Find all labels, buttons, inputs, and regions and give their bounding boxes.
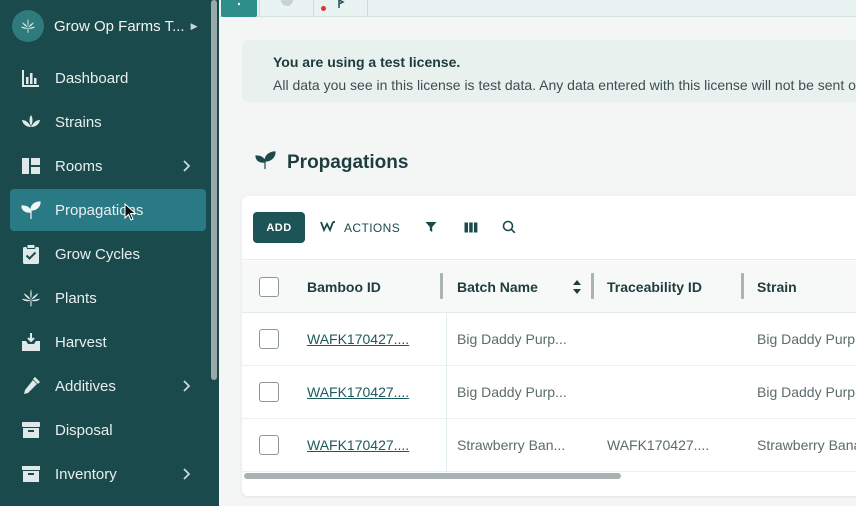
- sidebar-item-rooms[interactable]: Rooms: [10, 145, 206, 187]
- actions-label: ACTIONS: [344, 220, 401, 235]
- caret-right-icon: ▶: [190, 20, 198, 31]
- bar-chart-icon: [20, 67, 42, 89]
- filter-icon[interactable]: [422, 218, 440, 236]
- table-row[interactable]: WAFK170427.... Big Daddy Purp... Big Dad…: [242, 313, 856, 366]
- sidebar-item-label: Additives: [55, 377, 116, 395]
- sort-icon[interactable]: [572, 279, 582, 300]
- notification-dot: [321, 6, 326, 11]
- sidebar-item-label: Disposal: [55, 421, 113, 439]
- divider: [259, 0, 260, 17]
- sidebar: Grow Op Farms T... ▶ Dashboard Strains R…: [0, 0, 219, 506]
- sidebar-item-label: Rooms: [55, 157, 103, 175]
- column-resize-handle[interactable]: [591, 273, 594, 299]
- dropper-icon: [20, 375, 42, 397]
- batch-name-cell: Big Daddy Purp...: [457, 331, 567, 347]
- traceability-id-cell: WAFK170427....: [607, 437, 710, 453]
- banner-title: You are using a test license.: [273, 54, 461, 70]
- mouse-cursor-icon: [124, 202, 137, 226]
- row-checkbox[interactable]: [259, 382, 279, 402]
- chevron-right-icon: [180, 467, 194, 481]
- column-header-strain[interactable]: Strain: [757, 279, 797, 295]
- horizontal-scrollbar[interactable]: [242, 472, 856, 480]
- flag-icon[interactable]: [335, 0, 345, 10]
- sidebar-item-grow-cycles[interactable]: Grow Cycles: [10, 233, 206, 275]
- add-button[interactable]: ADD: [253, 212, 305, 243]
- bamboo-id-link[interactable]: WAFK170427....: [307, 331, 409, 347]
- org-switcher[interactable]: Grow Op Farms T... ▶: [12, 10, 212, 42]
- sidebar-item-label: Dashboard: [55, 69, 129, 87]
- sidebar-nav: Dashboard Strains Rooms Propagations Gro…: [10, 57, 206, 497]
- sprout-icon: [20, 199, 42, 221]
- bin-icon: [20, 419, 42, 441]
- sidebar-item-label: Strains: [55, 113, 102, 131]
- batch-name-cell: Big Daddy Purp...: [457, 384, 567, 400]
- row-checkbox[interactable]: [259, 435, 279, 455]
- sidebar-item-inventory[interactable]: Inventory: [10, 453, 206, 495]
- sidebar-item-strains[interactable]: Strains: [10, 101, 206, 143]
- avatar[interactable]: [281, 0, 293, 6]
- sidebar-item-label: Plants: [55, 289, 97, 307]
- select-all-checkbox[interactable]: [259, 277, 279, 297]
- bamboo-id-link[interactable]: WAFK170427....: [307, 437, 409, 453]
- column-resize-handle[interactable]: [440, 273, 443, 299]
- chevron-right-icon: [180, 159, 194, 173]
- sidebar-item-propagations[interactable]: Propagations: [10, 189, 206, 231]
- clipboard-check-icon: [20, 243, 42, 265]
- top-tab-strip: [219, 0, 856, 17]
- tab-active[interactable]: [221, 0, 257, 17]
- archive-box-icon: [20, 463, 42, 485]
- page-title: Propagations: [287, 151, 409, 173]
- sidebar-item-plants[interactable]: Plants: [10, 277, 206, 319]
- strain-cell: Big Daddy Purp: [757, 384, 856, 400]
- sidebar-scrollbar[interactable]: [211, 0, 217, 380]
- sidebar-item-disposal[interactable]: Disposal: [10, 409, 206, 451]
- column-header-batch-name[interactable]: Batch Name: [457, 279, 538, 295]
- actions-icon: [320, 220, 336, 235]
- table-row[interactable]: WAFK170427.... Big Daddy Purp... Big Dad…: [242, 366, 856, 419]
- column-header-traceability-id[interactable]: Traceability ID: [607, 279, 702, 295]
- horizontal-scrollbar-thumb[interactable]: [244, 473, 621, 479]
- lotus-icon: [20, 111, 42, 133]
- sidebar-item-label: Grow Cycles: [55, 245, 141, 263]
- divider: [367, 0, 368, 17]
- table-header: Bamboo ID Batch Name Traceability ID Str…: [242, 261, 856, 313]
- org-name: Grow Op Farms T...: [54, 17, 185, 35]
- table-row[interactable]: WAFK170427.... Strawberry Ban... WAFK170…: [242, 419, 856, 472]
- sidebar-item-label: Harvest: [55, 333, 107, 351]
- row-checkbox[interactable]: [259, 329, 279, 349]
- divider: [313, 0, 314, 17]
- bamboo-id-link[interactable]: WAFK170427....: [307, 384, 409, 400]
- propagations-table-card: ADD ACTIONS Bamboo ID Batch Name Traceab…: [242, 196, 856, 496]
- sidebar-item-label: Inventory: [55, 465, 117, 483]
- column-header-bamboo-id[interactable]: Bamboo ID: [307, 279, 381, 295]
- search-icon[interactable]: [500, 218, 518, 236]
- harvest-tray-icon: [20, 331, 42, 353]
- sidebar-item-harvest[interactable]: Harvest: [10, 321, 206, 363]
- column-divider: [446, 313, 447, 472]
- cannabis-leaf-icon: [20, 287, 42, 309]
- actions-button[interactable]: ACTIONS: [320, 212, 400, 243]
- page-header: Propagations: [255, 150, 408, 175]
- cannabis-leaf-icon: [12, 10, 44, 42]
- sprout-icon: [255, 150, 277, 175]
- layout-icon: [20, 155, 42, 177]
- strain-cell: Big Daddy Purp: [757, 331, 856, 347]
- test-license-banner: You are using a test license. All data y…: [242, 40, 856, 102]
- sidebar-item-additives[interactable]: Additives: [10, 365, 206, 407]
- column-resize-handle[interactable]: [741, 273, 744, 299]
- sidebar-item-dashboard[interactable]: Dashboard: [10, 57, 206, 99]
- strain-cell: Strawberry Bana: [757, 437, 856, 453]
- table-toolbar: ADD ACTIONS: [242, 196, 856, 260]
- batch-name-cell: Strawberry Ban...: [457, 437, 566, 453]
- columns-icon[interactable]: [462, 218, 480, 236]
- banner-text: All data you see in this license is test…: [273, 77, 856, 93]
- chevron-right-icon: [180, 379, 194, 393]
